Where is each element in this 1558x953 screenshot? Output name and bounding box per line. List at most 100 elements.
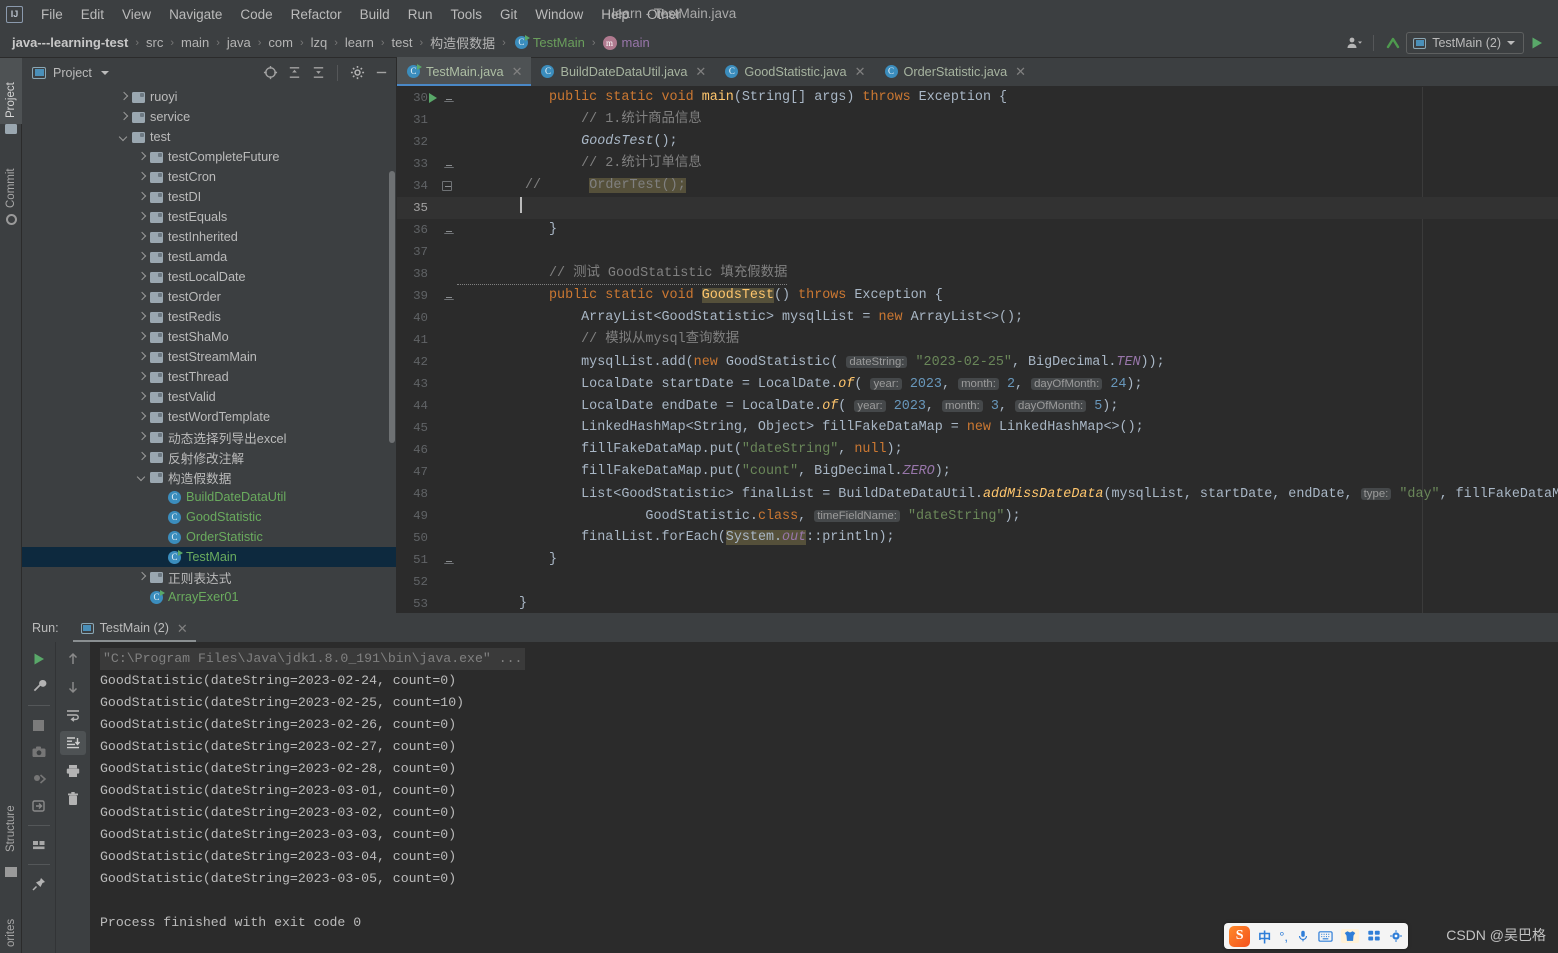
gutter-markers[interactable] [435,461,457,483]
ime-toolbar[interactable]: S 中 °, [1224,923,1408,949]
menu-run[interactable]: Run [399,4,442,25]
code-line[interactable]: 46 fillFakeDataMap.put("dateString", nul… [397,439,1558,461]
code-line[interactable]: 32 GoodsTest(); [397,131,1558,153]
code-line[interactable]: 47 fillFakeDataMap.put("count", BigDecim… [397,461,1558,483]
breadcrumb-java[interactable]: java [227,35,251,50]
thread-dump-icon[interactable] [26,767,52,791]
tree-item[interactable]: testCron [22,167,396,187]
gutter-markers[interactable] [435,329,457,351]
project-tree[interactable]: ruoyi service test testCompleteFuture testCr… [22,87,396,613]
code-line[interactable]: 37 [397,241,1558,263]
menu-build[interactable]: Build [351,4,399,25]
editor-tab[interactable]: C GoodStatistic.java ✕ [715,57,874,86]
camera-icon[interactable] [26,740,52,764]
code-line[interactable]: 33 // 2.统计订单信息 [397,153,1558,175]
menu-git[interactable]: Git [491,4,526,25]
code-line[interactable]: 41 // 模拟从mysql查询数据 [397,329,1558,351]
gutter-markers[interactable] [435,505,457,527]
gutter-markers[interactable] [435,527,457,549]
chevron-right-icon[interactable] [136,252,147,263]
gutter-markers[interactable] [435,483,457,505]
code-line[interactable]: 50 finalList.forEach(System.out::println… [397,527,1558,549]
breadcrumb-main[interactable]: main [181,35,209,50]
breadcrumb-class[interactable]: TestMain [533,35,585,50]
tree-item[interactable]: C BuildDateDataUtil [22,487,396,507]
sidebar-item-structure[interactable]: Structure [0,782,22,858]
keyboard-icon[interactable] [1318,930,1333,943]
run-play-icon[interactable] [1524,31,1550,55]
settings-bug-icon[interactable] [1389,929,1403,943]
expand-all-icon[interactable] [283,62,305,84]
fold-icon[interactable] [442,181,452,191]
tree-item[interactable]: 构造假数据 [22,467,396,487]
gutter-markers[interactable] [435,439,457,461]
chevron-right-icon[interactable] [118,112,129,123]
chevron-right-icon[interactable] [136,452,147,463]
chevron-right-icon[interactable] [118,92,129,103]
tree-item[interactable]: ruoyi [22,87,396,107]
tree-item[interactable]: testThread [22,367,396,387]
code-line[interactable]: 39 public static void GoodsTest() throws… [397,285,1558,307]
editor-tab[interactable]: C BuildDateDataUtil.java ✕ [531,57,715,86]
menu-navigate[interactable]: Navigate [160,4,231,25]
code-line[interactable]: 45 LinkedHashMap<String, Object> fillFak… [397,417,1558,439]
menu-code[interactable]: Code [231,4,281,25]
tree-item[interactable]: testOrder [22,287,396,307]
chevron-right-icon[interactable] [136,432,147,443]
gutter-markers[interactable] [435,197,457,219]
menu-refactor[interactable]: Refactor [282,4,351,25]
gutter-markers[interactable] [435,351,457,373]
code-line[interactable]: 44 LocalDate endDate = LocalDate.of( yea… [397,395,1558,417]
tree-item[interactable]: C TestMain [22,547,396,567]
trash-icon[interactable] [60,787,86,811]
code-line[interactable]: 30 public static void main(String[] args… [397,87,1558,109]
pin-icon[interactable] [26,872,52,896]
tree-item[interactable]: testDI [22,187,396,207]
breadcrumb-lzq[interactable]: lzq [311,35,328,50]
gutter-markers[interactable] [435,373,457,395]
gutter-markers[interactable] [435,131,457,153]
close-icon[interactable]: ✕ [855,65,866,78]
fold-icon[interactable] [444,95,454,102]
gutter-markers[interactable] [435,263,457,285]
export-icon[interactable] [26,794,52,818]
gutter-markers[interactable] [435,593,457,613]
up-arrow-icon[interactable] [60,647,86,671]
chevron-right-icon[interactable] [136,572,147,583]
close-icon[interactable]: ✕ [1015,65,1026,78]
gutter-markers[interactable] [435,307,457,329]
menu-tools[interactable]: Tools [441,4,491,25]
gutter-markers[interactable] [435,395,457,417]
tree-item[interactable]: testCompleteFuture [22,147,396,167]
breadcrumb-package-cn[interactable]: 构造假数据 [430,33,495,52]
breadcrumb-project[interactable]: java---learning-test [12,35,128,50]
gutter-markers[interactable] [429,87,457,109]
editor-tab[interactable]: C TestMain.java ✕ [397,57,532,86]
sidebar-item-project[interactable]: Project [0,58,22,124]
soft-wrap-icon[interactable] [60,703,86,727]
chevron-right-icon[interactable] [136,352,147,363]
code-line[interactable]: 48 List<GoodStatistic> finalList = Build… [397,483,1558,505]
gutter-markers[interactable] [435,109,457,131]
fold-icon[interactable] [444,227,454,234]
run-configuration-selector[interactable]: TestMain (2) [1406,32,1524,54]
chevron-down-icon[interactable] [118,132,129,143]
collapse-all-icon[interactable] [307,62,329,84]
sidebar-item-commit[interactable]: Commit [0,144,22,214]
tree-item[interactable]: testStreamMain [22,347,396,367]
chevron-right-icon[interactable] [136,372,147,383]
tree-item[interactable]: testLamda [22,247,396,267]
code-line[interactable]: 38 // 测试 GoodStatistic 填充假数据 [397,263,1558,285]
locate-icon[interactable] [259,62,281,84]
close-icon[interactable]: ✕ [695,65,706,78]
code-line[interactable]: 51 } [397,549,1558,571]
code-lines[interactable]: 30 public static void main(String[] args… [397,87,1558,613]
chevron-right-icon[interactable] [136,332,147,343]
chevron-right-icon[interactable] [136,392,147,403]
tree-item[interactable]: 动态选择列导出excel [22,427,396,447]
down-arrow-icon[interactable] [60,675,86,699]
gutter-markers[interactable] [435,175,457,197]
console-output[interactable]: "C:\Program Files\Java\jdk1.8.0_191\bin\… [90,642,1558,953]
code-line[interactable]: 53 } [397,593,1558,613]
microphone-icon[interactable] [1296,929,1310,943]
